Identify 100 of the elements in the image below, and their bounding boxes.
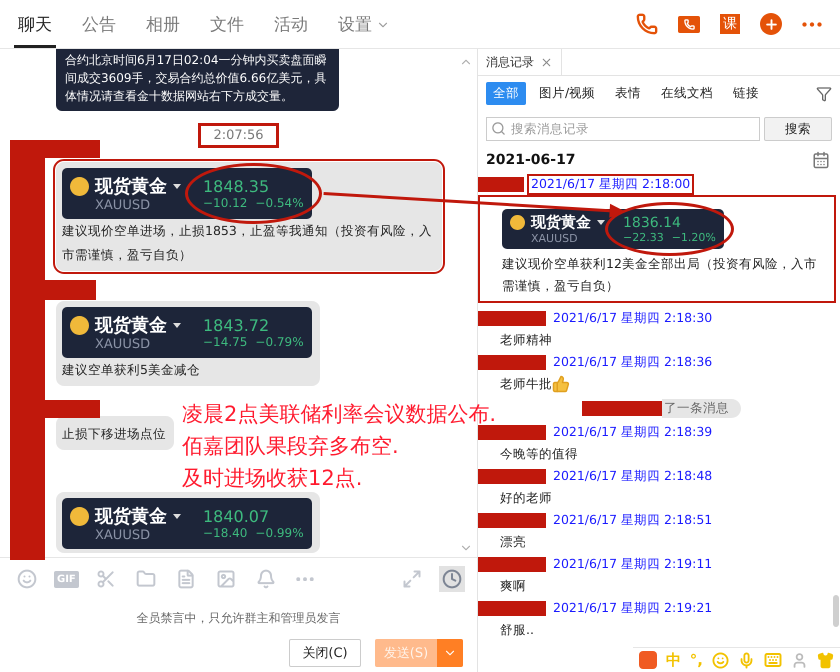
annotation-text: 佰嘉团队果段弃多布空. [182, 433, 400, 460]
plus-icon [764, 16, 778, 32]
price-value: 1836.14 [623, 214, 682, 230]
filter-tab[interactable]: 表情 [608, 82, 648, 105]
message-timestamp: 2021/6/17 星期四 2:19:21 [552, 598, 714, 616]
mute-notice: 全员禁言中，只允许群主和管理员发言 [136, 610, 342, 627]
emoji-icon[interactable] [712, 652, 729, 668]
emoji-icon [17, 569, 37, 589]
filter-tab[interactable]: 图片/视频 [532, 82, 602, 105]
coin-icon [70, 316, 89, 334]
microphone-icon[interactable] [738, 652, 755, 668]
message-text: 建议空单获利5美金减仓 [62, 361, 201, 379]
instrument-symbol: XAUUSD [531, 232, 579, 245]
filter-icon[interactable] [816, 86, 832, 102]
close-button[interactable]: 关闭(C) [289, 639, 361, 667]
folder-icon [136, 569, 156, 589]
instrument-symbol: XAUUSD [95, 337, 152, 352]
instrument-symbol: XAUUSD [95, 528, 152, 543]
message-timestamp: 2021/6/17 星期四 2:18:30 [552, 308, 714, 326]
tab[interactable]: 设置 [334, 13, 394, 48]
price-change: −22.33 [623, 230, 664, 244]
caret-icon[interactable] [597, 220, 605, 225]
more-icon [802, 22, 822, 26]
price-change: −10.12 [203, 196, 248, 210]
percent-change: −1.20% [672, 230, 716, 244]
expand-icon [402, 569, 422, 589]
tab[interactable]: 活动 [270, 13, 312, 48]
redaction-block [478, 176, 524, 192]
clock-button[interactable] [439, 566, 465, 592]
search-field[interactable]: 搜索消息记录 [486, 117, 760, 141]
message-text: 爽啊 [500, 577, 526, 595]
message-text: 建议现价空单进场，止损1853，止盈等我通知（投资有风险，入市需谨慎，盈亏自负） [62, 222, 433, 264]
filter-tab[interactable]: 链接 [726, 82, 766, 105]
message-timestamp: 2021/6/17 星期四 2:18:00 [527, 174, 694, 194]
more-button[interactable] [802, 22, 822, 26]
message-time: 2:07:56 [213, 128, 264, 143]
scissors-icon [96, 569, 116, 589]
message-text: 好的老师 [500, 489, 552, 507]
system-notice: 了一条消息 [662, 398, 741, 418]
date-heading: 2021-06-17 [486, 152, 576, 168]
caret-icon[interactable] [173, 322, 181, 328]
redaction-block [478, 424, 546, 440]
video-call-button[interactable] [678, 16, 700, 32]
caret-icon[interactable] [173, 184, 181, 188]
message-text: 舒服.. [500, 621, 534, 639]
document-icon [176, 569, 196, 589]
message-timestamp: 2021/6/17 星期四 2:18:36 [552, 352, 714, 370]
coin-icon [510, 215, 525, 230]
history-tab[interactable]: 消息记录 [478, 49, 562, 75]
message-text: 止损下移进场点位 [62, 425, 166, 443]
keyboard-icon[interactable] [764, 651, 782, 669]
instrument-symbol: XAUUSD [95, 198, 152, 213]
redaction-block [478, 600, 546, 616]
add-button[interactable] [760, 13, 782, 35]
news-bubble: 合约北京时间6月17日02:04一分钟内买卖盘面瞬间成交3609手，交易合约总价值6.66亿美元，具体情况请查看金十数据网站右下方成交量。 [56, 49, 339, 111]
filter-tab[interactable]: 全部 [486, 82, 526, 105]
message-timestamp: 2021/6/17 星期四 2:19:11 [552, 554, 714, 572]
redaction-block [478, 310, 546, 326]
redaction-block [478, 354, 546, 370]
price-change: −18.40 [203, 526, 248, 540]
tab[interactable]: 公告 [78, 13, 120, 48]
message-timestamp: 2021/6/17 星期四 2:18:51 [552, 510, 714, 528]
redaction-block [478, 556, 546, 572]
percent-change: −0.79% [255, 335, 304, 349]
calendar-icon[interactable] [812, 151, 830, 169]
filter-tab[interactable]: 在线文档 [654, 82, 720, 105]
close-icon[interactable] [540, 56, 553, 68]
annotation-text: 及时进场收获12点. [182, 465, 364, 492]
message-text: 老师精神 [500, 331, 552, 349]
ime-punctuation: °, [690, 651, 703, 669]
ime-mode: 中 [666, 650, 681, 670]
user-icon[interactable] [791, 652, 808, 668]
search-icon [491, 121, 506, 136]
more-icon [296, 576, 314, 582]
percent-change: −0.99% [255, 526, 304, 540]
send-options-button[interactable] [437, 639, 463, 667]
message-text: 老师牛批 [500, 375, 552, 393]
message-timestamp: 2021/6/17 星期四 2:18:39 [552, 422, 714, 440]
price-value: 1840.07 [203, 507, 270, 526]
tab[interactable]: 相册 [142, 13, 184, 48]
phone-icon [636, 13, 658, 35]
price-change: −14.75 [203, 335, 248, 349]
caret-icon[interactable] [173, 514, 181, 518]
search-button[interactable]: 搜索 [764, 117, 832, 141]
instrument-name: 现货黄金 [531, 213, 591, 232]
annotation-text: 凌晨2点美联储利率会议数据公布. [182, 401, 496, 428]
message-text: 今晚等的值得 [500, 445, 578, 463]
course-button[interactable]: 课 [720, 14, 740, 34]
phone-button[interactable] [636, 13, 658, 35]
scrollbar-thumb[interactable] [833, 595, 839, 627]
message-timestamp: 2021/6/17 星期四 2:18:48 [552, 466, 714, 484]
tab[interactable]: 文件 [206, 13, 248, 48]
phone-icon [684, 18, 694, 30]
percent-change: −0.54% [255, 196, 304, 210]
message-text: 建议现价空单获利12美金全部出局（投资有风险，入市需谨慎，盈亏自负） [502, 255, 818, 295]
instrument-name: 现货黄金 [95, 505, 167, 528]
coin-icon [70, 176, 89, 196]
shirt-icon[interactable] [817, 652, 834, 668]
tab[interactable]: 聊天 [14, 13, 56, 48]
redaction-block [478, 468, 546, 484]
